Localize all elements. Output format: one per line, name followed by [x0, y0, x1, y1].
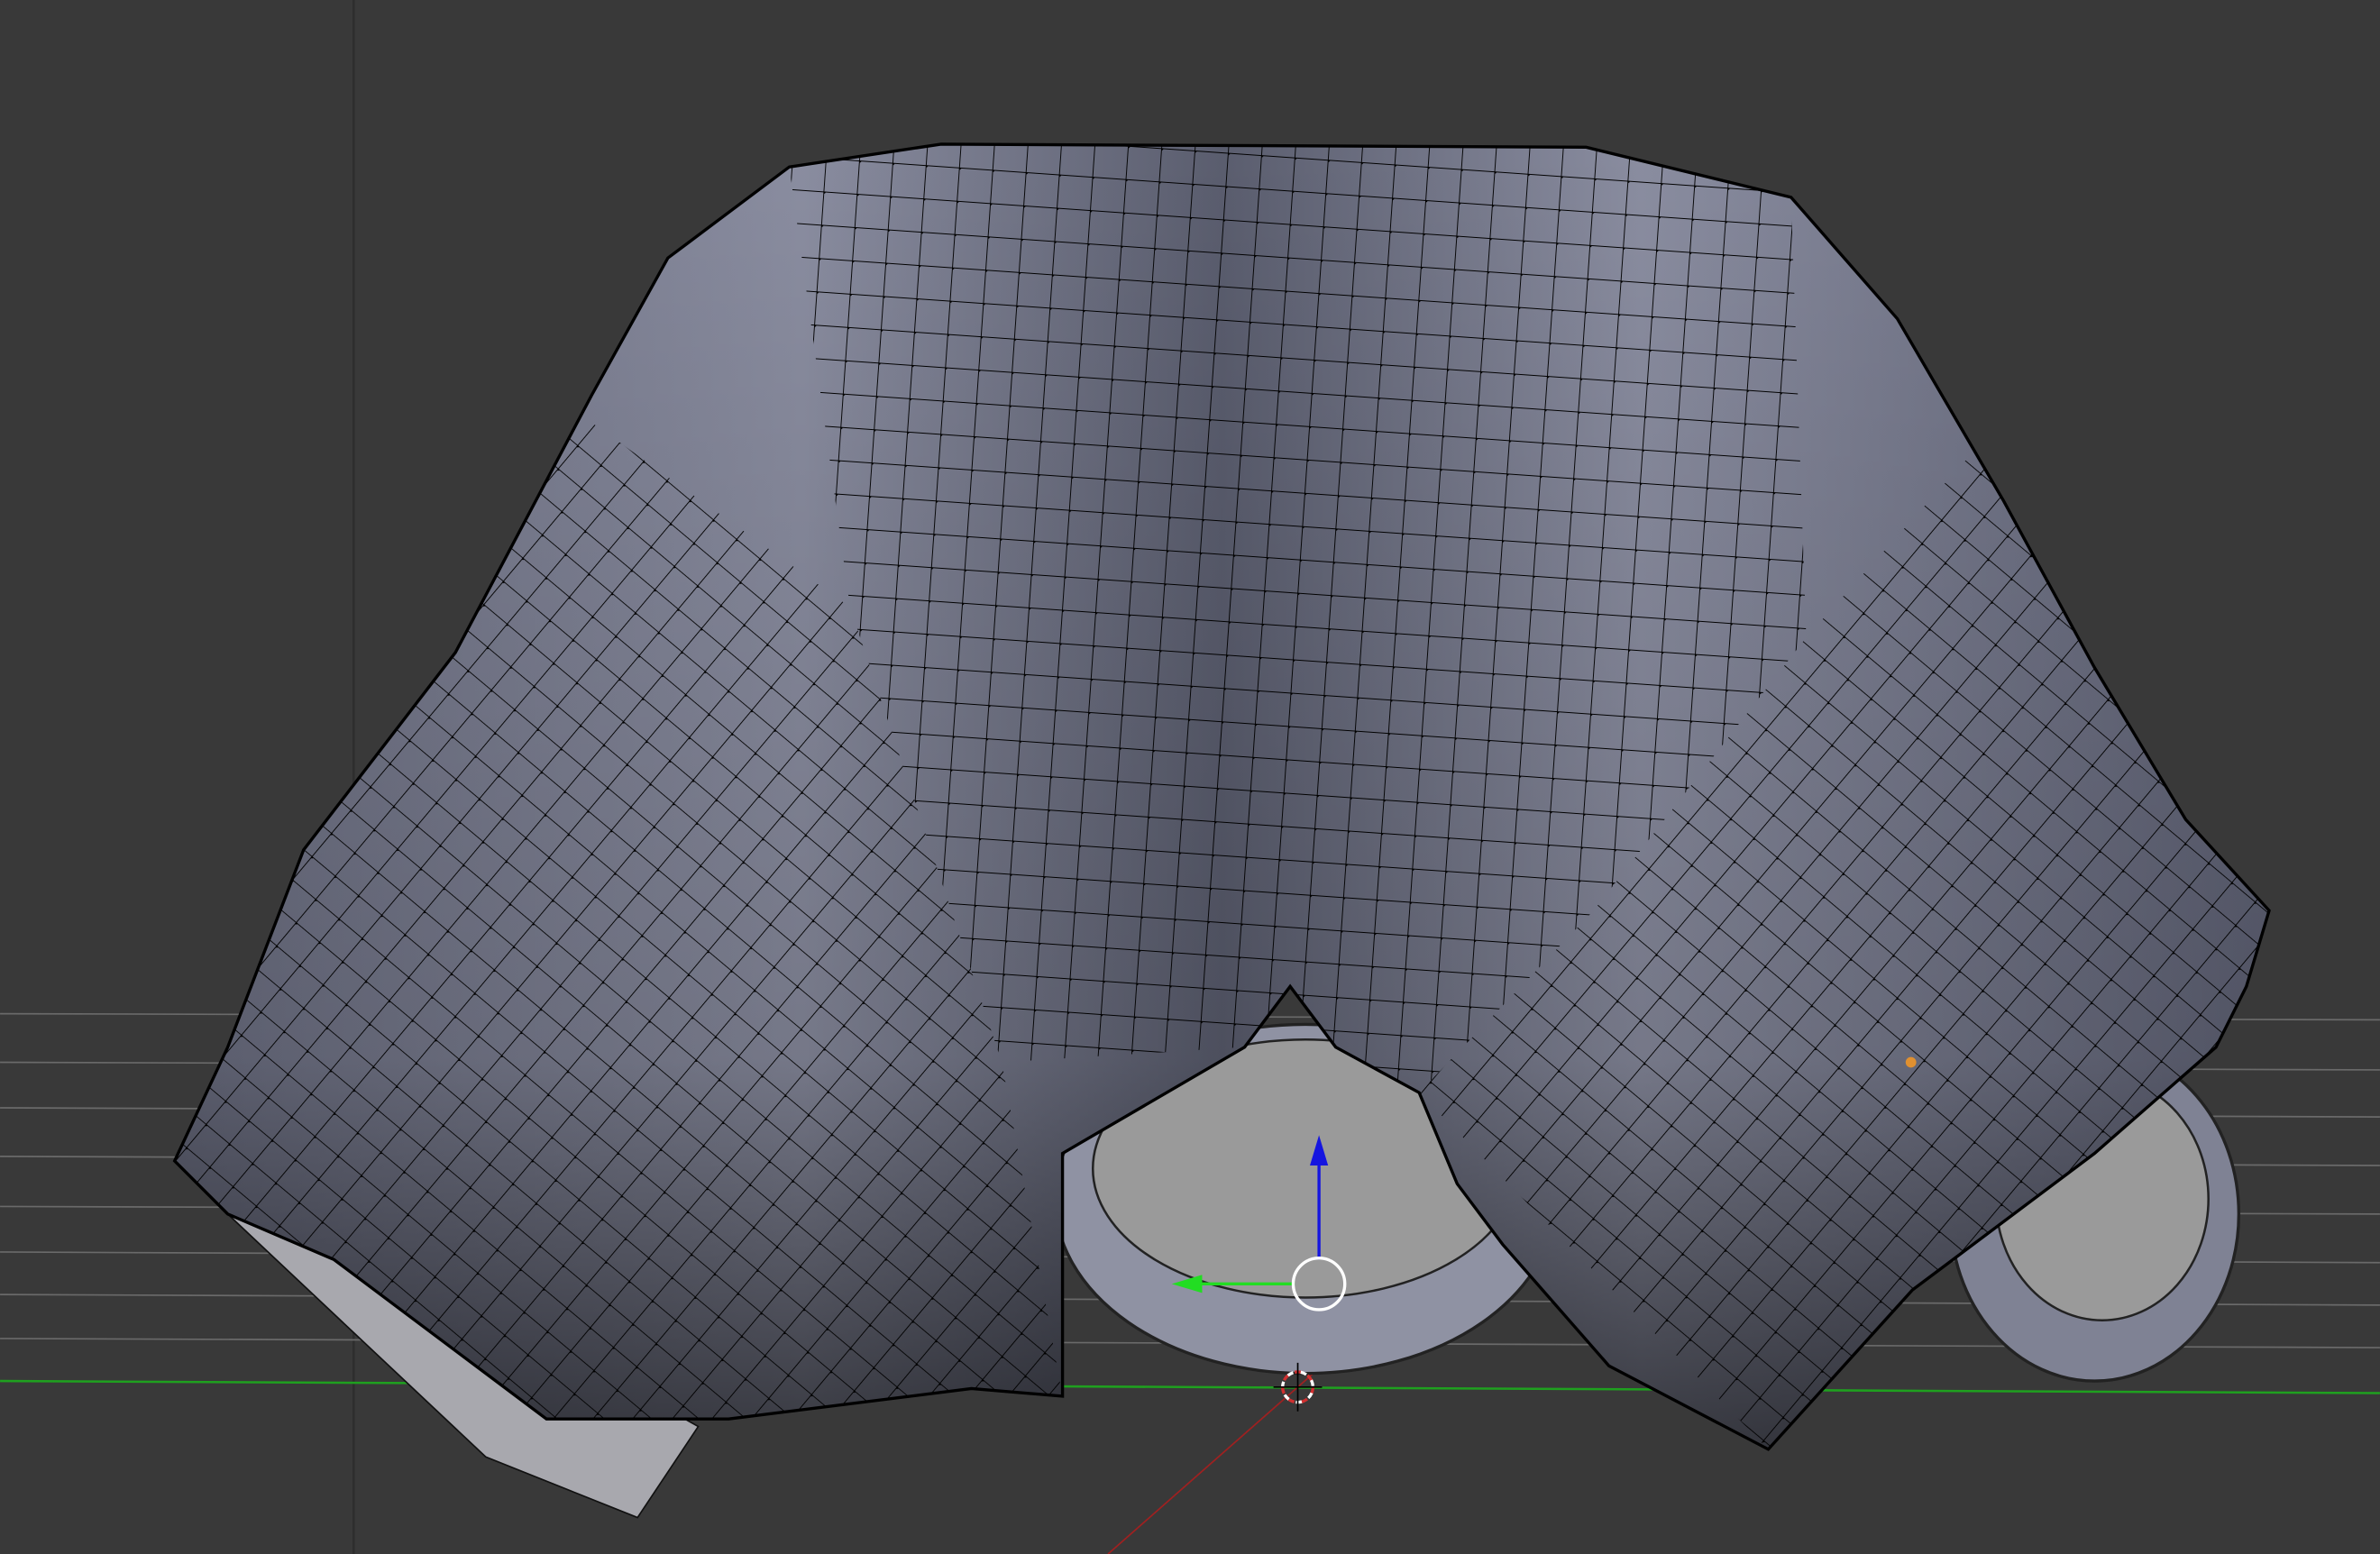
lamp-icon[interactable]	[1905, 1056, 1917, 1068]
x-axis-line	[0, 1379, 2380, 1394]
3d-viewport[interactable]	[0, 0, 2380, 1554]
